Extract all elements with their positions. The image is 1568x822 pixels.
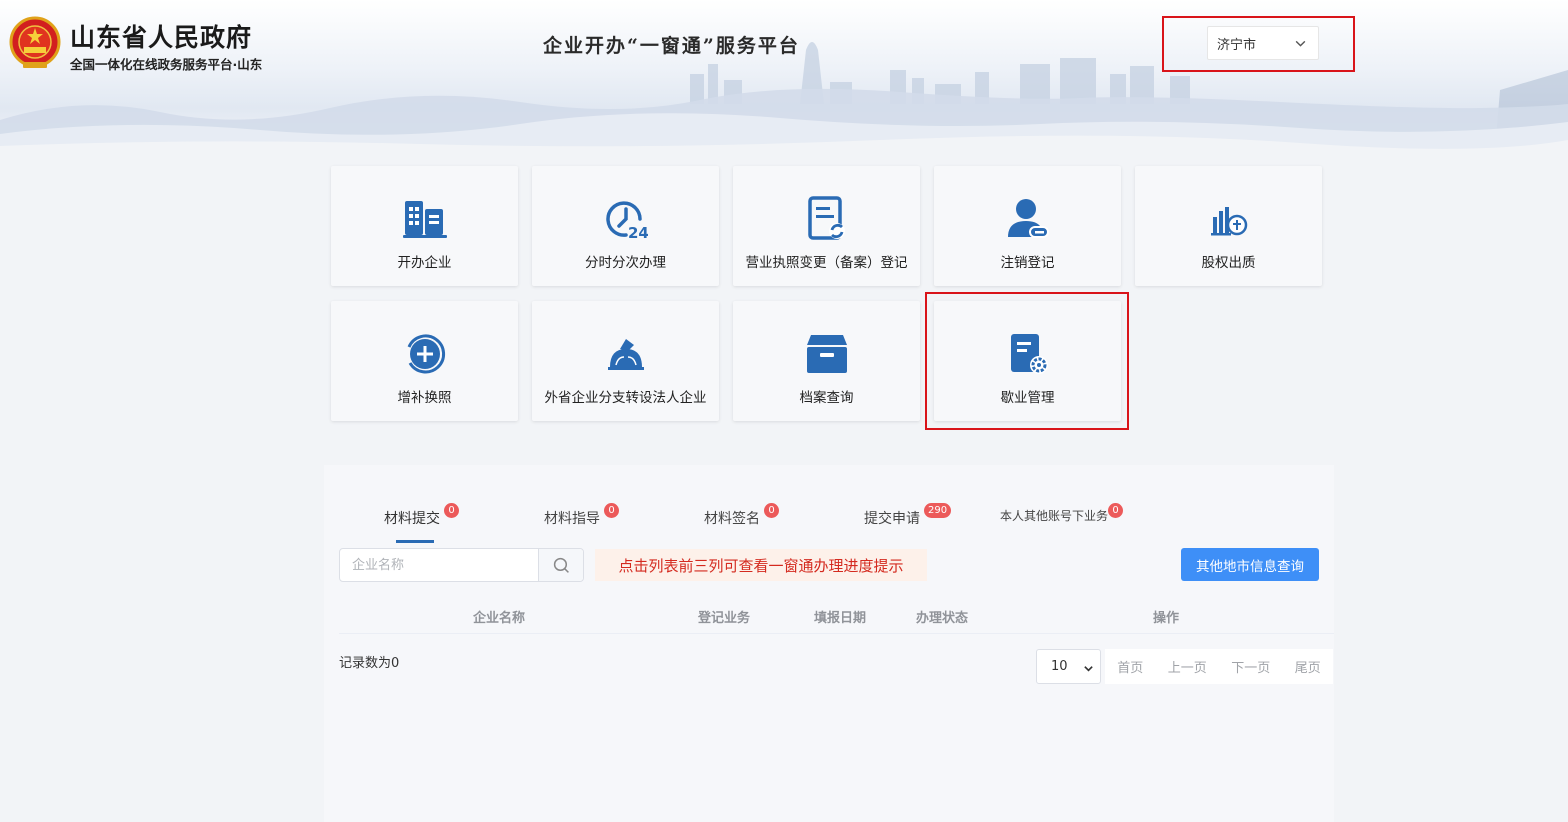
service-tile-archive-query[interactable]: 档案查询 — [733, 301, 920, 421]
tab-submit-application[interactable]: 提交申请 — [864, 508, 920, 528]
equity-chart-icon — [1210, 207, 1247, 236]
platform-title: 企业开办“一窗通”服务平台 — [543, 35, 800, 57]
service-label: 歇业管理 — [1000, 390, 1055, 406]
chevron-down-icon — [1295, 40, 1306, 47]
service-label: 营业执照变更（备案）登记 — [745, 255, 908, 271]
page-header: 山东省人民政府 全国一体化在线政务服务平台·山东 企业开办“一窗通”服务平台 济… — [0, 0, 1568, 150]
service-tile-staged-processing[interactable]: 24 分时分次办理 — [532, 166, 719, 286]
last-page-link[interactable]: 尾页 — [1295, 657, 1321, 676]
document-gear-icon — [1010, 334, 1048, 374]
column-header-actions: 操作 — [1153, 611, 1180, 626]
service-tile-deregistration[interactable]: 注销登记 — [934, 166, 1121, 286]
service-tile-equity-pledge[interactable]: 股权出质 — [1135, 166, 1322, 286]
column-header-company-name: 企业名称 — [473, 611, 526, 626]
tab-count-badge: 0 — [764, 503, 779, 518]
tab-count-badge: 0 — [1108, 503, 1123, 518]
clock-24-icon: 24 — [605, 201, 648, 241]
city-select[interactable]: 济宁市 — [1207, 26, 1319, 60]
service-label: 增补换照 — [397, 390, 452, 406]
building-icon — [402, 201, 447, 238]
tab-material-guide[interactable]: 材料指导 — [544, 508, 600, 528]
column-header-status: 办理状态 — [916, 611, 969, 626]
first-page-link[interactable]: 首页 — [1117, 657, 1143, 676]
national-emblem-icon — [9, 16, 61, 68]
tab-label: 材料指导 — [544, 511, 600, 527]
service-tile-open-business[interactable]: 开办企业 — [331, 166, 518, 286]
service-label: 开办企业 — [397, 255, 452, 271]
tab-label: 材料提交 — [384, 511, 440, 527]
search-button[interactable] — [538, 549, 583, 581]
tab-label: 材料签名 — [704, 511, 760, 527]
tab-count-badge: 0 — [444, 503, 459, 518]
city-select-value: 济宁市 — [1217, 37, 1257, 53]
tab-material-sign[interactable]: 材料签名 — [704, 508, 760, 528]
transfer-icon — [607, 339, 644, 370]
table-header-divider — [339, 633, 1334, 634]
tab-label: 本人其他账号下业务 — [1000, 509, 1109, 523]
business-panel — [324, 465, 1334, 822]
chevron-down-icon — [1084, 666, 1093, 672]
user-minus-icon — [1007, 199, 1049, 238]
tab-material-submit[interactable]: 材料提交 — [384, 508, 440, 528]
progress-hint: 点击列表前三列可查看一窗通办理进度提示 — [595, 549, 927, 581]
service-label: 档案查询 — [799, 390, 854, 406]
record-count: 记录数为0 — [339, 656, 400, 671]
svg-text:24: 24 — [628, 224, 648, 241]
service-tile-license-change[interactable]: 营业执照变更（备案）登记 — [733, 166, 920, 286]
active-tab-indicator — [396, 540, 434, 543]
page-size-select[interactable]: 10 — [1036, 649, 1101, 684]
company-search — [339, 548, 584, 582]
government-subtitle: 全国一体化在线政务服务平台·山东 — [70, 57, 263, 72]
service-tile-suspension-management[interactable]: 歇业管理 — [934, 301, 1121, 421]
service-label: 外省企业分支转设法人企业 — [544, 390, 707, 406]
archive-box-icon — [806, 335, 847, 373]
plus-circle-icon — [407, 334, 445, 374]
pagination-links: 首页 上一页 下一页 尾页 — [1105, 649, 1333, 684]
service-label: 分时分次办理 — [585, 255, 666, 271]
next-page-link[interactable]: 下一页 — [1231, 657, 1270, 676]
column-header-fill-date: 填报日期 — [814, 611, 867, 626]
column-header-registration: 登记业务 — [698, 611, 751, 626]
other-city-query-button[interactable]: 其他地市信息查询 — [1181, 548, 1319, 581]
document-refresh-icon — [807, 196, 845, 240]
search-icon — [553, 557, 569, 573]
tab-other-accounts[interactable]: 本人其他账号下业务 — [1000, 507, 1108, 524]
tab-count-badge: 0 — [604, 503, 619, 518]
page-size-value: 10 — [1051, 659, 1068, 674]
service-tile-branch-conversion[interactable]: 外省企业分支转设法人企业 — [532, 301, 719, 421]
tab-label: 提交申请 — [864, 511, 920, 527]
pagination: 10 首页 上一页 下一页 尾页 — [1036, 649, 1333, 684]
government-title: 山东省人民政府 — [70, 23, 253, 52]
company-name-input[interactable] — [340, 549, 538, 581]
service-label: 股权出质 — [1201, 255, 1256, 271]
tab-count-badge: 290 — [924, 503, 952, 518]
service-tile-license-reissue[interactable]: 增补换照 — [331, 301, 518, 421]
prev-page-link[interactable]: 上一页 — [1168, 657, 1207, 676]
service-label: 注销登记 — [1000, 255, 1055, 271]
